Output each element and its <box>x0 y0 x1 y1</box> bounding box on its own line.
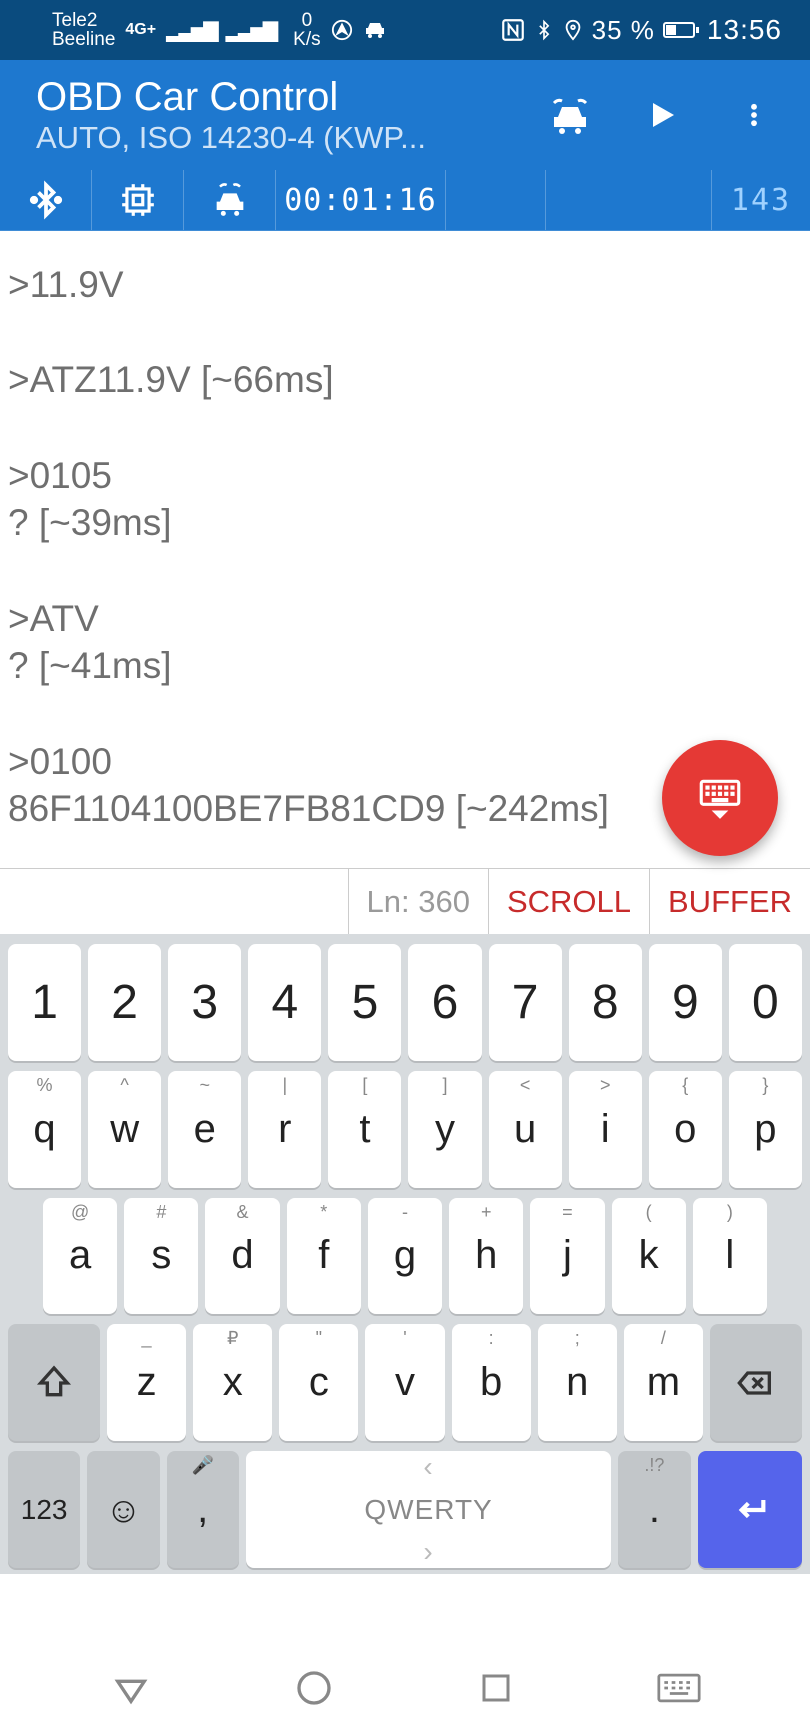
key-e[interactable]: ~e <box>168 1071 241 1188</box>
key-emoji[interactable]: ☺ <box>87 1451 159 1568</box>
key-x[interactable]: ₽x <box>193 1324 272 1441</box>
key-4[interactable]: 4 <box>248 944 321 1061</box>
network-type: 4G+ <box>125 21 156 39</box>
footer-spacer <box>0 1574 810 1642</box>
bluetooth-status-icon[interactable] <box>0 170 92 230</box>
key-p[interactable]: }p <box>729 1071 802 1188</box>
key-row-4: _z₽x"c'v:b;n/m <box>8 1324 802 1441</box>
key-g[interactable]: -g <box>368 1198 442 1315</box>
nav-back-button[interactable] <box>106 1663 156 1713</box>
key-5[interactable]: 5 <box>328 944 401 1061</box>
key-j[interactable]: =j <box>530 1198 604 1315</box>
key-8[interactable]: 8 <box>569 944 642 1061</box>
net-speed-num: 0 <box>302 11 313 30</box>
tool-empty-2 <box>546 170 712 230</box>
key-0[interactable]: 0 <box>729 944 802 1061</box>
scroll-button[interactable]: SCROLL <box>488 869 649 934</box>
nav-home-button[interactable] <box>289 1663 339 1713</box>
key-v[interactable]: 'v <box>365 1324 444 1441</box>
key-q[interactable]: %q <box>8 1071 81 1188</box>
key-i[interactable]: >i <box>569 1071 642 1188</box>
key-b[interactable]: :b <box>452 1324 531 1441</box>
key-2[interactable]: 2 <box>88 944 161 1061</box>
status-left: Tele2 Beeline 4G+ 0 K/s <box>52 11 387 49</box>
key-w[interactable]: ^w <box>88 1071 161 1188</box>
signal-2-icon <box>226 17 276 43</box>
key-t[interactable]: [t <box>328 1071 401 1188</box>
nfc-icon <box>500 17 526 43</box>
key-row-3: @a#s&d*f-g+h=j(k)l <box>8 1198 802 1315</box>
key-row-2: %q^w~e|r[t]y<u>i{o}p <box>8 1071 802 1188</box>
soft-keyboard: 1234567890 %q^w~e|r[t]y<u>i{o}p @a#s&d*f… <box>0 934 810 1574</box>
line-number: Ln: 360 <box>348 869 488 934</box>
key-o[interactable]: {o <box>649 1071 722 1188</box>
counter-value: 143 <box>712 170 810 230</box>
key-row-5: 123 ☺ 🎤 , ‹ QWERTY › .!? . <box>8 1451 802 1568</box>
page-title: OBD Car Control <box>36 75 524 120</box>
carrier-2: Beeline <box>52 30 115 49</box>
terminal-text: >11.9V >ATZ11.9V [~66ms] >0105 ? [~39ms]… <box>8 264 609 868</box>
key-k[interactable]: (k <box>612 1198 686 1315</box>
key-comma[interactable]: 🎤 , <box>167 1451 239 1568</box>
signal-1-icon <box>166 17 216 43</box>
navigation-bar <box>0 1642 810 1734</box>
play-button[interactable] <box>616 69 708 161</box>
key-m[interactable]: /m <box>624 1324 703 1441</box>
key-s[interactable]: #s <box>124 1198 198 1315</box>
buffer-button[interactable]: BUFFER <box>649 869 810 934</box>
net-speed-unit: K/s <box>293 30 320 49</box>
key-9[interactable]: 9 <box>649 944 722 1061</box>
nav-keyboard-button[interactable] <box>654 1663 704 1713</box>
car-status-icon[interactable] <box>184 170 276 230</box>
bluetooth-icon <box>534 17 554 43</box>
key-enter[interactable] <box>698 1451 802 1568</box>
android-auto-icon <box>331 19 353 41</box>
key-y[interactable]: ]y <box>408 1071 481 1188</box>
chip-icon[interactable] <box>92 170 184 230</box>
key-n[interactable]: ;n <box>538 1324 617 1441</box>
key-period[interactable]: .!? . <box>618 1451 690 1568</box>
buffer-bar: Ln: 360 SCROLL BUFFER <box>0 868 810 934</box>
key-f[interactable]: *f <box>287 1198 361 1315</box>
car-connect-button[interactable] <box>524 69 616 161</box>
key-space[interactable]: ‹ QWERTY › <box>246 1451 611 1568</box>
overflow-menu-button[interactable] <box>708 69 800 161</box>
key-c[interactable]: "c <box>279 1324 358 1441</box>
car-driving-icon <box>363 20 387 40</box>
key-h[interactable]: +h <box>449 1198 523 1315</box>
tool-empty-1 <box>446 170 546 230</box>
page-subtitle: AUTO, ISO 14230-4 (KWP... <box>36 120 524 156</box>
key-7[interactable]: 7 <box>489 944 562 1061</box>
status-bar: Tele2 Beeline 4G+ 0 K/s 35 % <box>0 0 810 60</box>
key-shift[interactable] <box>8 1324 100 1441</box>
elapsed-time: 00:01:16 <box>276 170 446 230</box>
key-1[interactable]: 1 <box>8 944 81 1061</box>
key-6[interactable]: 6 <box>408 944 481 1061</box>
battery-percent: 35 % <box>592 15 655 46</box>
key-u[interactable]: <u <box>489 1071 562 1188</box>
tool-strip: 00:01:16 143 <box>0 170 810 231</box>
battery-icon <box>663 20 699 40</box>
key-z[interactable]: _z <box>107 1324 186 1441</box>
hide-keyboard-fab[interactable] <box>662 740 778 856</box>
key-r[interactable]: |r <box>248 1071 321 1188</box>
status-right: 35 % 13:56 <box>500 14 782 46</box>
location-icon <box>562 17 584 43</box>
clock: 13:56 <box>707 14 782 46</box>
carrier-1: Tele2 <box>52 11 115 30</box>
mic-icon: 🎤 <box>192 1455 214 1476</box>
key-row-1: 1234567890 <box>8 944 802 1061</box>
key-a[interactable]: @a <box>43 1198 117 1315</box>
app-bar: OBD Car Control AUTO, ISO 14230-4 (KWP..… <box>0 60 810 170</box>
key-mode-123[interactable]: 123 <box>8 1451 80 1568</box>
key-backspace[interactable] <box>710 1324 802 1441</box>
nav-recent-button[interactable] <box>471 1663 521 1713</box>
key-d[interactable]: &d <box>205 1198 279 1315</box>
key-3[interactable]: 3 <box>168 944 241 1061</box>
key-l[interactable]: )l <box>693 1198 767 1315</box>
